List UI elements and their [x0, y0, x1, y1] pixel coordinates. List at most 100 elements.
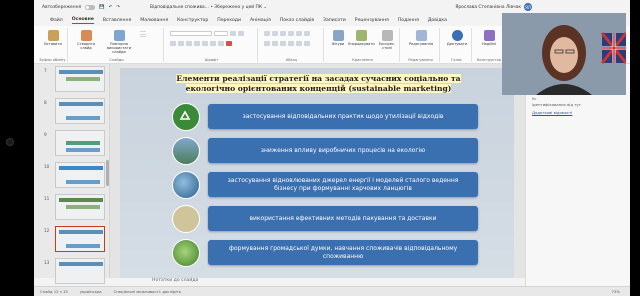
avatar[interactable]: ЯЛ — [524, 3, 532, 11]
new-slide-button[interactable]: Створити слайд — [74, 30, 98, 50]
editing-button[interactable]: Редагування — [406, 30, 436, 46]
slide-number: 11 — [44, 196, 50, 201]
list-buttons[interactable] — [264, 31, 310, 37]
paste-button[interactable]: Вставити — [42, 30, 64, 46]
editing-group: Редагування Редагування — [402, 28, 440, 62]
tab-transitions[interactable]: Переходи — [217, 18, 241, 23]
clipboard-caption: Буфер обміну — [39, 58, 66, 62]
layout-controls[interactable] — [140, 31, 146, 38]
designer-button[interactable]: Надійні — [476, 30, 502, 46]
quick-styles-button[interactable]: Експрес-стилі — [374, 30, 400, 50]
zoom-level[interactable]: 73% — [612, 289, 620, 294]
item-text: використання ефективних методів пакуванн… — [208, 206, 478, 231]
autosave-toggle[interactable] — [85, 4, 96, 10]
landscape-icon — [172, 137, 200, 165]
tab-file[interactable]: Файл — [50, 18, 63, 23]
quick-styles-icon — [381, 30, 393, 41]
earth-icon — [172, 171, 200, 199]
document-title[interactable]: Відповідальне спожива... • Збережено у ц… — [150, 5, 267, 10]
tab-help[interactable]: Довідка — [428, 18, 447, 23]
font-format-buttons[interactable] — [170, 41, 232, 47]
status-bar: Слайд 12 з 15 українська Спеціальні можл… — [34, 286, 630, 296]
device-bezel — [0, 0, 34, 296]
current-slide[interactable]: Елементи реалізації стратегії на засадах… — [120, 68, 514, 278]
webcam-picture — [502, 13, 626, 95]
slide-thumbnail[interactable] — [55, 162, 105, 188]
slide-title[interactable]: Елементи реалізації стратегії на засадах… — [156, 74, 481, 94]
thumbnails-scrollbar[interactable] — [106, 160, 109, 186]
designer-icon — [483, 30, 495, 41]
item-text: застосування відповідальних практик щодо… — [208, 104, 478, 129]
slide-thumbnail[interactable] — [55, 98, 105, 124]
paste-icon — [47, 30, 59, 41]
user-account[interactable]: Ярослава Степанівна Лівчак ЯЛ — [455, 3, 532, 11]
user-name: Ярослава Степанівна Лівчак — [455, 4, 521, 10]
recycle-icon — [172, 103, 200, 131]
tab-view[interactable]: Подання — [398, 18, 419, 23]
notes-placeholder[interactable]: Нотатки до слайда — [152, 278, 198, 283]
tab-home[interactable]: Основне — [71, 17, 94, 24]
tab-slideshow[interactable]: Показ слайдів — [280, 18, 314, 23]
item-text: зниження впливу виробничих процесів на е… — [208, 138, 478, 163]
title-bar: Автозбереження 💾 ↶ ↷ Відповідальне спожи… — [34, 0, 630, 14]
shapes-icon — [332, 30, 344, 41]
pane-text: Ус — [532, 96, 537, 101]
slide-counter: Слайд 12 з 15 — [40, 289, 68, 294]
item-text: застосування відновлюваних джерел енергі… — [208, 172, 478, 197]
font-group: Шрифт — [166, 28, 258, 62]
slide-thumbnail-selected[interactable] — [55, 226, 105, 252]
autosave-label: Автозбереження — [42, 4, 82, 10]
tab-draw[interactable]: Малювання — [140, 18, 168, 23]
shapes-button[interactable]: Фігури — [328, 30, 348, 46]
align-buttons[interactable] — [264, 41, 310, 47]
slide-thumbnail[interactable] — [55, 66, 105, 92]
item-text: формування громадської думки, навчання с… — [208, 240, 478, 265]
search-icon — [415, 30, 427, 41]
eco-pack-icon — [172, 205, 200, 233]
clipboard-group: Вставити Буфер обміну — [38, 28, 68, 62]
more-info-link[interactable]: Додаткові відомості — [532, 110, 572, 115]
tab-animations[interactable]: Анімація — [250, 18, 271, 23]
editing-caption: Редагування — [408, 58, 433, 62]
arrange-icon — [355, 30, 367, 41]
arrange-button[interactable]: Упорядкувати — [348, 30, 375, 46]
redo-icon[interactable]: ↷ — [116, 5, 120, 10]
undo-icon[interactable]: ↶ — [109, 5, 113, 10]
front-camera — [6, 138, 14, 146]
slide-canvas: Елементи реалізації стратегії на засадах… — [110, 64, 525, 278]
slide-thumbnails-pane: 7 8 9 10 11 12 13 — [34, 64, 110, 284]
pane-text: ідентифікованих від тут. — [532, 102, 583, 107]
tab-design[interactable]: Конструктор — [177, 18, 208, 23]
slide-thumbnail[interactable] — [55, 258, 105, 284]
font-caption: Шрифт — [204, 58, 219, 62]
tab-insert[interactable]: Вставлення — [103, 18, 131, 23]
slide-number: 13 — [44, 260, 50, 265]
designer-pane: Д Ре Ус ідентифікованих від тут. Додатко… — [525, 64, 630, 286]
slide-number: 10 — [44, 164, 50, 169]
reuse-slides-button[interactable]: Повторно використати слайди — [102, 30, 136, 55]
designer-group: Надійні Конструктор — [474, 28, 504, 62]
save-icon[interactable]: 💾 — [99, 5, 104, 10]
dictate-button[interactable]: Диктувати — [444, 30, 470, 46]
microphone-icon — [451, 30, 463, 41]
paragraph-group: Абзац — [260, 28, 324, 62]
slide-number: 12 — [44, 228, 50, 233]
slide-thumbnail[interactable] — [55, 130, 105, 156]
designer-caption: Конструктор — [476, 58, 502, 62]
tab-review[interactable]: Рецензування — [355, 18, 389, 23]
language-indicator[interactable]: українська — [80, 289, 102, 294]
slide-number: 8 — [44, 100, 47, 105]
webcam-video — [502, 13, 626, 95]
voice-group: Диктувати Голос — [442, 28, 472, 62]
globe-leaf-icon — [172, 239, 200, 267]
drawing-group: Фігури Упорядкувати Експрес-стилі Кресле… — [326, 28, 400, 62]
slides-group: Створити слайд Повторно використати слай… — [70, 28, 164, 62]
voice-caption: Голос — [451, 58, 462, 62]
accessibility-status[interactable]: Спеціальні можливості: дослідіть — [114, 289, 181, 294]
slide-thumbnail[interactable] — [55, 194, 105, 220]
tab-record[interactable]: Записати — [323, 18, 346, 23]
slide-number: 7 — [44, 68, 47, 73]
drawing-caption: Креслення — [352, 58, 373, 62]
new-slide-icon — [80, 30, 92, 41]
font-selector[interactable] — [170, 31, 244, 37]
